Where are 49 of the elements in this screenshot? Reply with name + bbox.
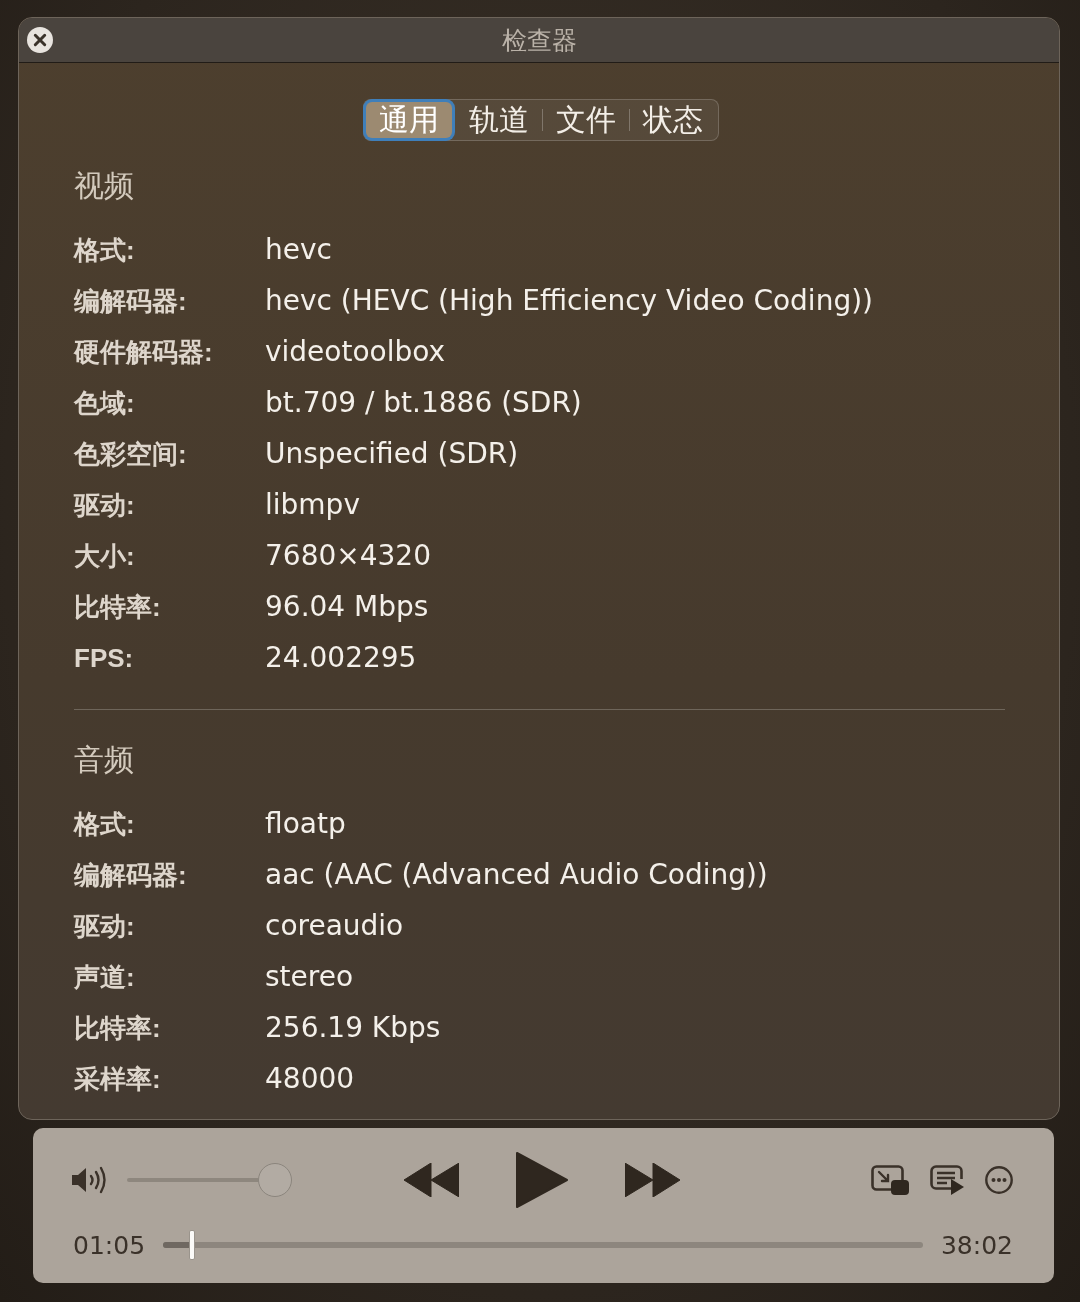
- field-label: 声道:: [74, 961, 136, 994]
- field-label: 比特率:: [74, 591, 162, 624]
- field-label: 编解码器:: [74, 285, 188, 318]
- field-label: 色彩空间:: [74, 438, 188, 471]
- tab[interactable]: 文件: [543, 102, 629, 138]
- section-heading: 音频: [74, 742, 135, 778]
- field-label: 大小:: [74, 540, 136, 573]
- field-value: aac (AAC (Advanced Audio Coding)): [265, 858, 768, 891]
- field-value: Unspecified (SDR): [265, 437, 519, 470]
- field-label: 采样率:: [74, 1063, 162, 1096]
- playlist-icon[interactable]: [930, 1165, 964, 1195]
- tab[interactable]: 状态: [630, 102, 716, 138]
- window-title: 检查器: [501, 24, 577, 56]
- field-value: hevc: [265, 233, 332, 266]
- field-label: FPS:: [74, 643, 135, 674]
- slider-thumb[interactable]: [258, 1163, 292, 1197]
- field-label: 格式:: [74, 234, 136, 267]
- field-label: 编解码器:: [74, 859, 188, 892]
- progress-slider[interactable]: [163, 1228, 923, 1262]
- play-icon[interactable]: [515, 1152, 568, 1208]
- fast-forward-icon[interactable]: [624, 1163, 680, 1197]
- close-icon[interactable]: [27, 27, 53, 53]
- field-label: 比特率:: [74, 1012, 162, 1045]
- field-value: stereo: [265, 960, 354, 993]
- field-label: 硬件解码器:: [74, 336, 214, 369]
- section-heading: 视频: [74, 168, 135, 204]
- field-label: 驱动:: [74, 489, 136, 522]
- field-label: 格式:: [74, 808, 136, 841]
- field-label: 色域:: [74, 387, 136, 420]
- field-value: coreaudio: [265, 909, 404, 942]
- field-value: 96.04 Mbps: [265, 590, 429, 623]
- field-value: 7680×4320: [265, 539, 431, 572]
- playhead-handle[interactable]: [189, 1230, 196, 1260]
- field-value: 24.002295: [265, 641, 417, 674]
- field-value: bt.709 / bt.1886 (SDR): [265, 386, 582, 419]
- volume-slider[interactable]: [127, 1163, 292, 1197]
- tab[interactable]: 轨道: [456, 102, 542, 138]
- elapsed-time: 01:05: [73, 1230, 146, 1260]
- field-value: videotoolbox: [265, 335, 446, 368]
- rewind-icon[interactable]: [403, 1163, 459, 1197]
- field-value: hevc (HEVC (High Efficiency Video Coding)): [265, 284, 873, 317]
- field-value: 256.19 Kbps: [265, 1011, 441, 1044]
- field-value: 48000: [265, 1062, 355, 1095]
- more-icon[interactable]: [985, 1166, 1013, 1194]
- field-label: 驱动:: [74, 910, 136, 943]
- picture-in-picture-icon[interactable]: [871, 1165, 909, 1195]
- field-value: libmpv: [265, 488, 360, 521]
- total-duration: 38:02: [940, 1230, 1013, 1260]
- field-value: floatp: [265, 807, 346, 840]
